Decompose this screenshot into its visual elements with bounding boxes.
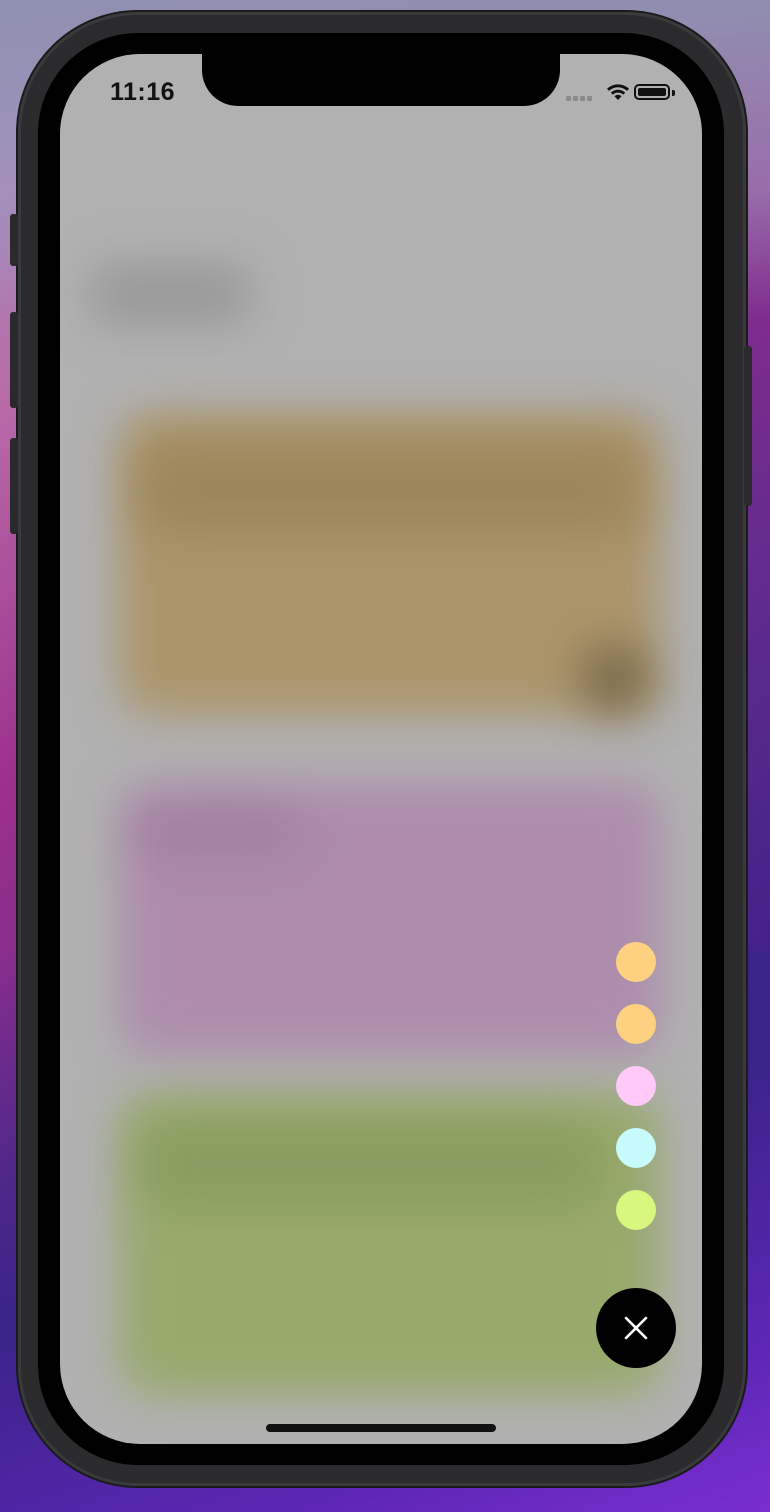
notch	[202, 54, 560, 106]
wifi-icon	[607, 84, 629, 100]
blurred-note-card-pink-text	[140, 814, 300, 854]
blurred-notes-background	[60, 54, 702, 1444]
blurred-note-card-orange-top	[140, 444, 640, 534]
color-swatch-orange[interactable]	[616, 1004, 656, 1044]
blurred-note-card-green-top	[140, 1124, 600, 1204]
screen: 11:16	[60, 54, 702, 1444]
battery-cap	[672, 90, 675, 96]
blurred-title	[90, 264, 250, 324]
signal-dot	[573, 96, 578, 101]
color-swatch-orange[interactable]	[616, 942, 656, 982]
status-icons	[566, 82, 678, 104]
close-icon	[624, 1316, 648, 1340]
power-button	[744, 346, 752, 506]
home-indicator	[266, 1424, 496, 1432]
signal-dot	[587, 96, 592, 101]
signal-dot	[566, 96, 571, 101]
silent-switch	[10, 214, 18, 266]
battery-icon	[634, 84, 670, 100]
signal-dot	[580, 96, 585, 101]
color-swatch-cyan[interactable]	[616, 1128, 656, 1168]
volume-down-button	[10, 438, 18, 534]
close-button[interactable]	[596, 1288, 676, 1368]
color-swatch-pink[interactable]	[616, 1066, 656, 1106]
volume-up-button	[10, 312, 18, 408]
blurred-note-button	[580, 644, 650, 714]
color-swatch-lime[interactable]	[616, 1190, 656, 1230]
status-time: 11:16	[110, 78, 176, 106]
